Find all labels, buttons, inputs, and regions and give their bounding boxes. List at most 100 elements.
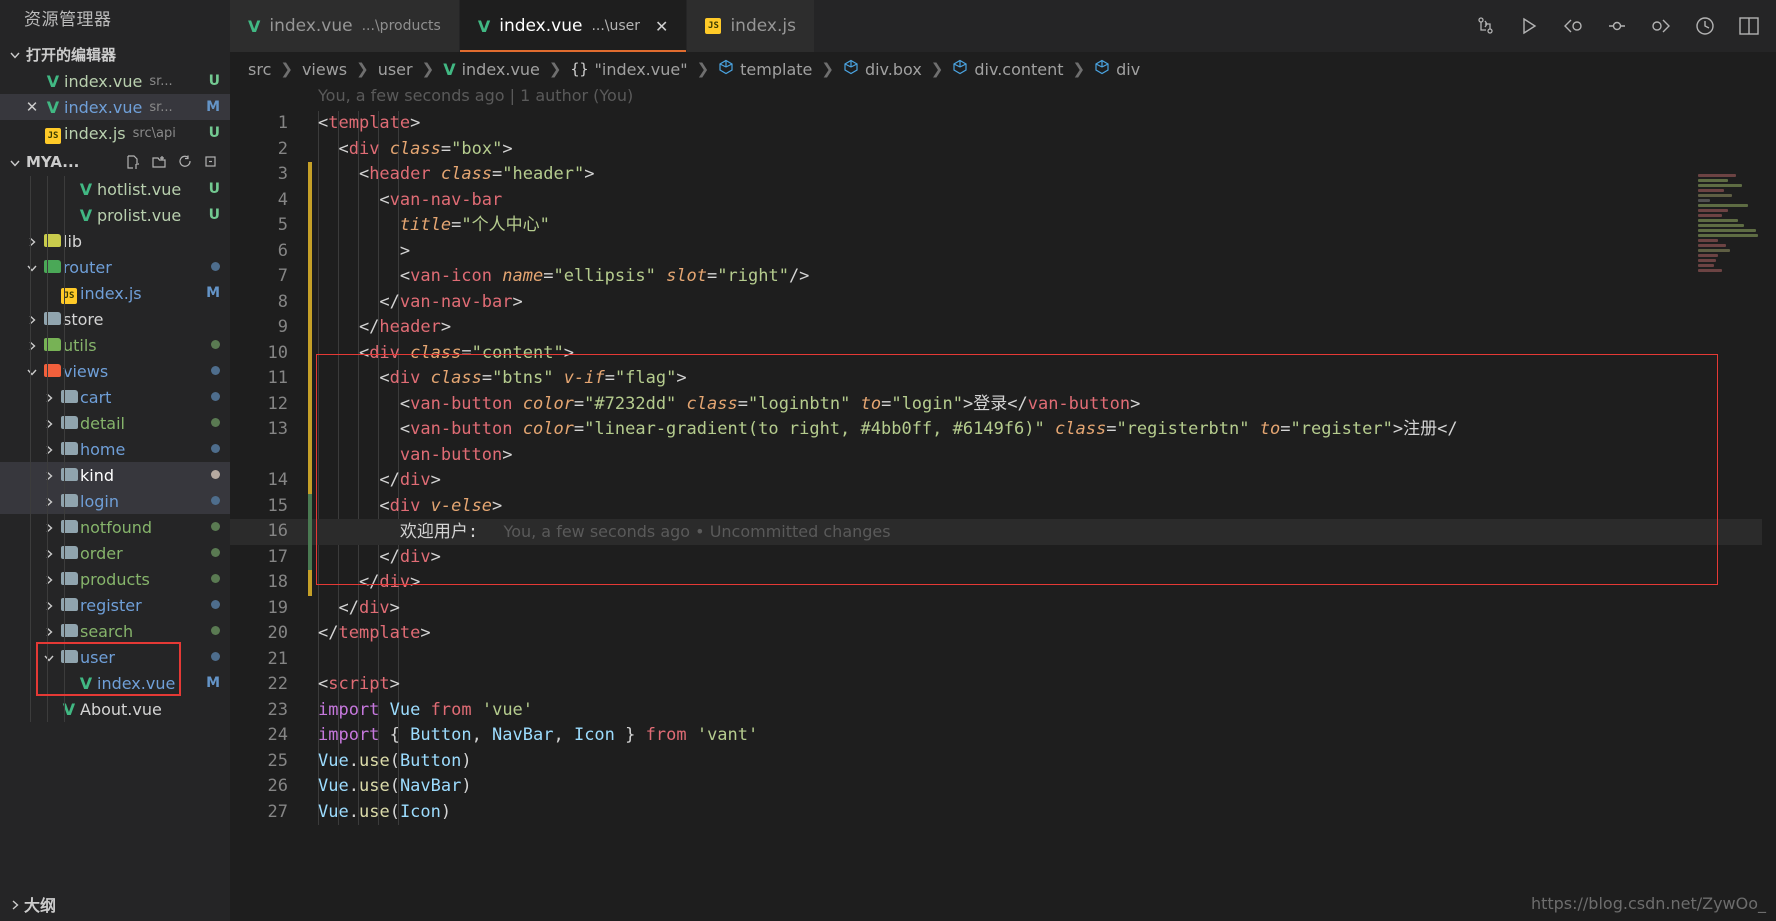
tree-file-hotlist.vue[interactable]: Vhotlist.vue U [0, 176, 230, 202]
code-line[interactable]: 21 [230, 647, 1776, 673]
breadcrumb-item[interactable]: {} "index.vue" [570, 60, 687, 79]
code-line[interactable]: 24 import { Button, NavBar, Icon } from '… [230, 723, 1776, 749]
code-line[interactable]: 19 </div> [230, 596, 1776, 622]
clock-icon[interactable] [1694, 15, 1716, 37]
code-line[interactable]: 22 <script> [230, 672, 1776, 698]
tree-file-prolist.vue[interactable]: Vprolist.vue U [0, 202, 230, 228]
code-line[interactable]: 15 <div v-else> [230, 493, 1776, 519]
code-line[interactable]: 11 <div class="btns" v-if="flag"> [230, 366, 1776, 392]
code-line[interactable]: 17 </div> [230, 544, 1776, 570]
tree-folder-order[interactable]: order [0, 540, 230, 566]
code-line[interactable]: 1 <template> [230, 111, 1776, 137]
breadcrumb-item[interactable]: views [302, 60, 347, 79]
tree-file-index.vue[interactable]: Vindex.vue M [0, 670, 230, 696]
breadcrumb-item[interactable]: div.content [952, 59, 1064, 79]
code-line[interactable]: 2 <div class="box"> [230, 137, 1776, 163]
chevron-right-icon[interactable] [23, 234, 41, 248]
editor-tab[interactable]: Vindex.vue ...\products [230, 0, 460, 52]
run-play-icon[interactable] [1518, 15, 1540, 37]
tree-folder-router[interactable]: router [0, 254, 230, 280]
code-line[interactable]: 25 Vue.use(Button) [230, 749, 1776, 775]
breadcrumb-item[interactable]: user [378, 60, 413, 79]
open-editor-item[interactable]: ✕ Vindex.vue sr... M [0, 94, 230, 120]
open-editors-header[interactable]: 打开的编辑器 [0, 40, 230, 68]
code-line[interactable]: 23 import Vue from 'vue' [230, 698, 1776, 724]
code-lines[interactable]: 1 <template> 2 <div class="box"> 3 <header … [230, 111, 1776, 825]
editor-tab[interactable]: Vindex.vue ...\user ✕ [459, 0, 688, 52]
tree-file-About.vue[interactable]: V About.vue [0, 696, 230, 722]
project-header[interactable]: MYA... [0, 148, 230, 176]
outline-section-header[interactable]: 大纲 [0, 887, 230, 921]
chevron-down-icon[interactable] [40, 650, 58, 664]
tree-folder-home[interactable]: home [0, 436, 230, 462]
code-line[interactable]: 16 欢迎用户: You, a few seconds ago • Uncomm… [230, 519, 1776, 545]
open-editor-item[interactable]: JS index.js src\api U [0, 120, 230, 146]
breadcrumb-item[interactable]: div [1094, 59, 1140, 79]
code-line[interactable]: 3 <header class="header"> [230, 162, 1776, 188]
tree-folder-lib[interactable]: lib [0, 228, 230, 254]
code-line[interactable]: 20 </template> [230, 621, 1776, 647]
tree-folder-products[interactable]: products [0, 566, 230, 592]
chevron-right-icon[interactable] [40, 624, 58, 638]
code-line[interactable]: 8 </van-nav-bar> [230, 289, 1776, 315]
go-forward-icon[interactable] [1650, 15, 1672, 37]
close-icon[interactable]: ✕ [655, 17, 668, 36]
go-back-icon[interactable] [1562, 15, 1584, 37]
chevron-right-icon[interactable] [23, 338, 41, 352]
code-line[interactable]: 4 <van-nav-bar [230, 187, 1776, 213]
chevron-right-icon[interactable] [40, 546, 58, 560]
chevron-right-icon[interactable] [40, 520, 58, 534]
tree-folder-utils[interactable]: utils [0, 332, 230, 358]
new-file-icon[interactable] [125, 154, 142, 171]
minimap[interactable] [1698, 174, 1760, 284]
code-line[interactable]: 12 <van-button color="#7232dd" class="lo… [230, 391, 1776, 417]
code-line[interactable]: 7 <van-icon name="ellipsis" slot="right"… [230, 264, 1776, 290]
split-branch-icon[interactable] [1474, 15, 1496, 37]
code-line[interactable]: 9 </header> [230, 315, 1776, 341]
code-line[interactable]: 10 <div class="content"> [230, 340, 1776, 366]
collapse-all-icon[interactable] [203, 154, 220, 171]
chevron-right-icon[interactable] [40, 442, 58, 456]
code-line[interactable]: 18 </div> [230, 570, 1776, 596]
refresh-icon[interactable] [177, 154, 194, 171]
tree-folder-views[interactable]: views [0, 358, 230, 384]
close-icon[interactable]: ✕ [22, 98, 42, 116]
chevron-right-icon[interactable] [40, 598, 58, 612]
new-folder-icon[interactable] [151, 154, 168, 171]
chevron-right-icon[interactable] [40, 494, 58, 508]
code-line[interactable]: 26 Vue.use(NavBar) [230, 774, 1776, 800]
split-editor-icon[interactable] [1738, 15, 1760, 37]
chevron-down-icon[interactable] [23, 260, 41, 274]
tree-folder-user[interactable]: user [0, 644, 230, 670]
breadcrumb-item[interactable]: template [718, 59, 812, 79]
tree-folder-register[interactable]: register [0, 592, 230, 618]
tree-folder-kind[interactable]: kind [0, 462, 230, 488]
tree-folder-notfound[interactable]: notfound [0, 514, 230, 540]
code-line[interactable]: 5 title="个人中心" [230, 213, 1776, 239]
code-line[interactable]: 6 > [230, 238, 1776, 264]
open-editor-item[interactable]: Vindex.vue sr... U [0, 68, 230, 94]
tree-folder-search[interactable]: search [0, 618, 230, 644]
circle-dot-icon[interactable] [1606, 15, 1628, 37]
chevron-down-icon[interactable] [23, 364, 41, 378]
code-line[interactable]: 27 Vue.use(Icon) [230, 800, 1776, 826]
chevron-right-icon[interactable] [23, 312, 41, 326]
breadcrumb-item[interactable]: src [248, 60, 271, 79]
tree-folder-cart[interactable]: cart [0, 384, 230, 410]
tree-folder-store[interactable]: store [0, 306, 230, 332]
chevron-right-icon[interactable] [40, 468, 58, 482]
editor-scrollbar[interactable] [1762, 172, 1776, 921]
code-line[interactable]: van-button> [230, 442, 1776, 468]
editor-tab[interactable]: JS index.js [687, 0, 815, 52]
breadcrumb-item[interactable]: div.box [843, 59, 922, 79]
chevron-right-icon[interactable] [40, 416, 58, 430]
tree-file-index.js[interactable]: JS index.js M [0, 280, 230, 306]
breadcrumb-item[interactable]: Vindex.vue [443, 60, 540, 79]
code-line[interactable]: 14 </div> [230, 468, 1776, 494]
chevron-right-icon[interactable] [40, 572, 58, 586]
code-line[interactable]: 13 <van-button color="linear-gradient(to… [230, 417, 1776, 443]
tree-folder-detail[interactable]: detail [0, 410, 230, 436]
tree-folder-login[interactable]: login [0, 488, 230, 514]
chevron-right-icon[interactable] [40, 390, 58, 404]
code-editor[interactable]: You, a few seconds ago | 1 author (You) … [230, 86, 1776, 921]
